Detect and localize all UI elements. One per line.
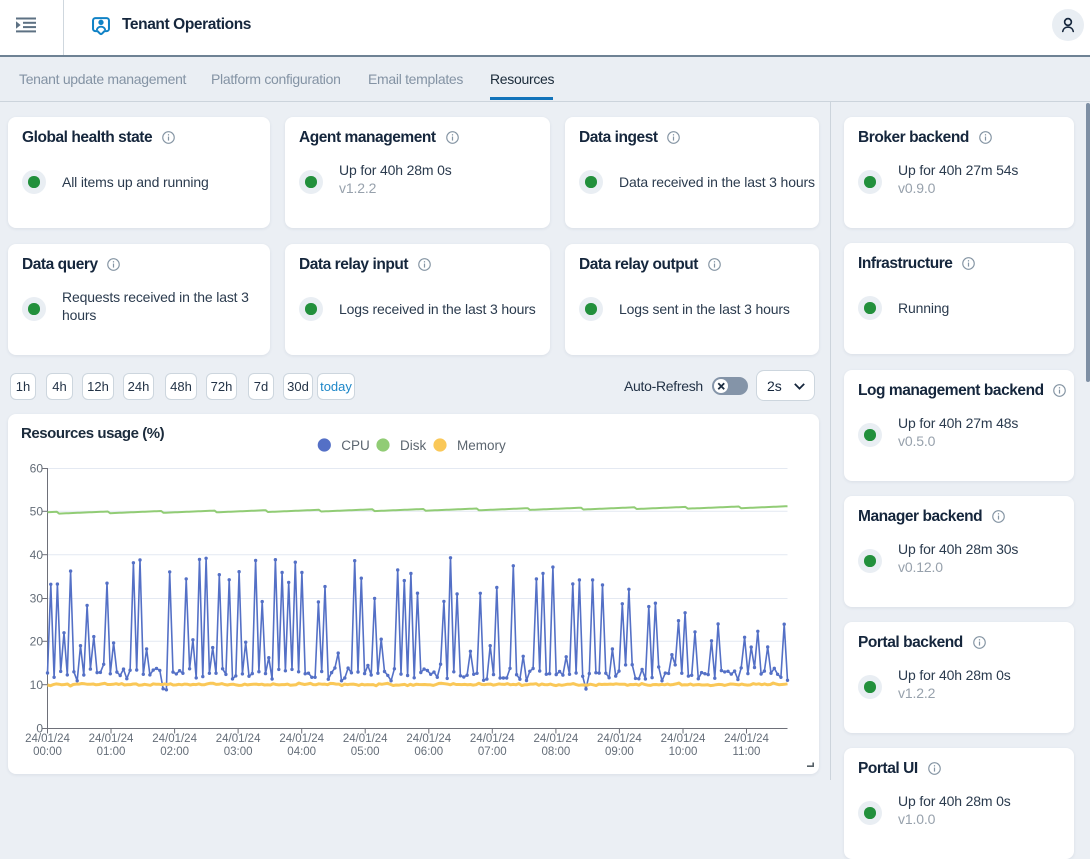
- svg-text:02:00: 02:00: [160, 746, 189, 758]
- svg-text:24/01/24: 24/01/24: [534, 733, 579, 745]
- svg-text:24/01/24: 24/01/24: [724, 733, 769, 745]
- svg-text:24/01/24: 24/01/24: [661, 733, 706, 745]
- svg-text:24/01/24: 24/01/24: [597, 733, 642, 745]
- svg-text:11:00: 11:00: [733, 746, 761, 758]
- svg-text:09:00: 09:00: [605, 746, 634, 758]
- svg-text:CPU: CPU: [341, 438, 370, 453]
- svg-text:00:00: 00:00: [33, 746, 62, 758]
- svg-text:24/01/24: 24/01/24: [343, 733, 388, 745]
- svg-text:24/01/24: 24/01/24: [406, 733, 451, 745]
- svg-text:30: 30: [30, 592, 44, 606]
- svg-text:03:00: 03:00: [224, 746, 253, 758]
- svg-text:24/01/24: 24/01/24: [216, 733, 261, 745]
- svg-text:06:00: 06:00: [414, 746, 443, 758]
- svg-text:10: 10: [30, 678, 44, 692]
- svg-text:24/01/24: 24/01/24: [89, 733, 134, 745]
- svg-text:50: 50: [30, 505, 44, 519]
- svg-text:40: 40: [30, 548, 44, 562]
- svg-text:60: 60: [30, 462, 44, 476]
- svg-text:24/01/24: 24/01/24: [25, 733, 70, 745]
- svg-text:04:00: 04:00: [287, 746, 316, 758]
- svg-text:24/01/24: 24/01/24: [470, 733, 515, 745]
- svg-text:05:00: 05:00: [351, 746, 380, 758]
- svg-text:08:00: 08:00: [542, 746, 571, 758]
- svg-text:20: 20: [30, 635, 44, 649]
- svg-text:24/01/24: 24/01/24: [152, 733, 197, 745]
- svg-text:Resources usage (%): Resources usage (%): [21, 425, 165, 442]
- svg-text:Disk: Disk: [400, 438, 426, 453]
- svg-text:01:00: 01:00: [97, 746, 126, 758]
- svg-text:24/01/24: 24/01/24: [279, 733, 324, 745]
- svg-text:Memory: Memory: [457, 438, 506, 453]
- svg-text:07:00: 07:00: [478, 746, 507, 758]
- svg-text:10:00: 10:00: [669, 746, 698, 758]
